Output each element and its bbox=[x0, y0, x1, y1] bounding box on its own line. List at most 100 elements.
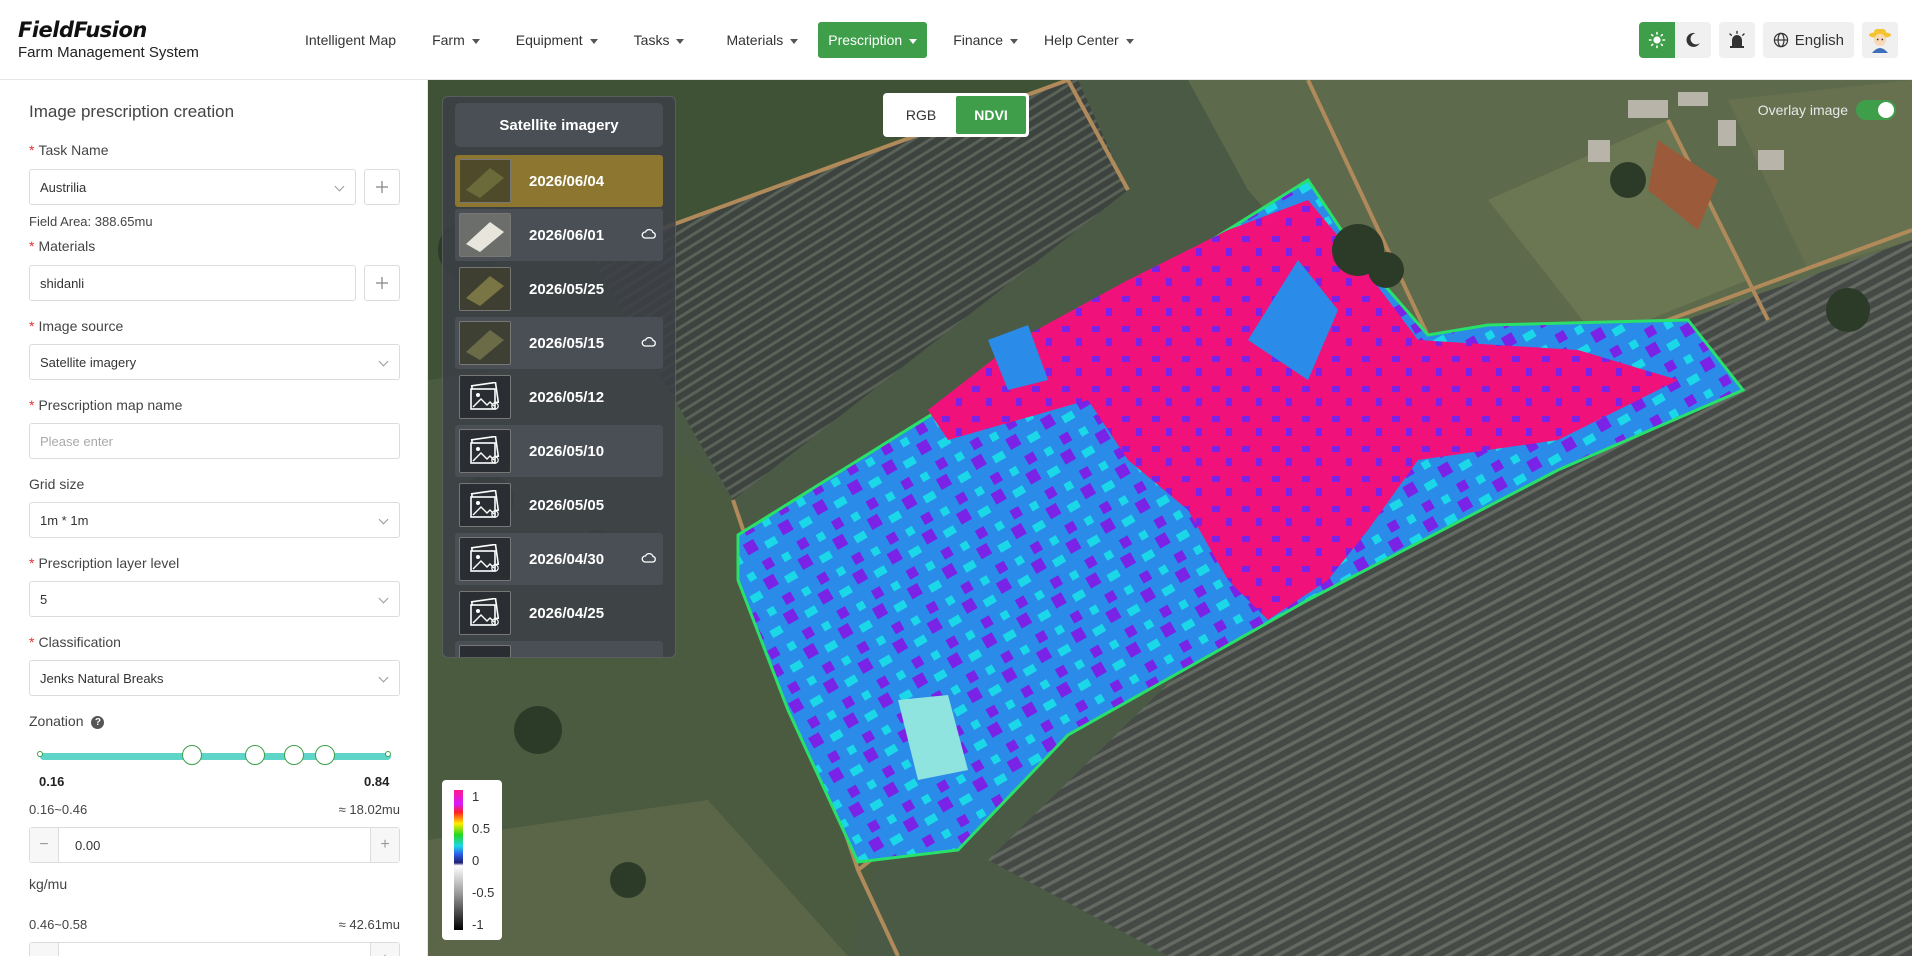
help-icon[interactable]: ? bbox=[91, 715, 105, 729]
language-label: English bbox=[1794, 31, 1844, 49]
slider-handle-4[interactable] bbox=[315, 745, 335, 765]
nav-label: Prescription bbox=[828, 32, 903, 48]
chevron-down-icon bbox=[378, 672, 389, 683]
nav-farm[interactable]: Farm bbox=[422, 22, 490, 58]
layer-level-label: * Prescription layer level bbox=[29, 555, 180, 571]
add-material-button[interactable] bbox=[364, 265, 400, 301]
grid-size-label: Grid size bbox=[29, 476, 85, 492]
task-name-label: * Task Name bbox=[29, 142, 109, 158]
zone-1-row: 0.16~0.46 ≈ 18.02mu bbox=[29, 802, 400, 817]
overlay-switch[interactable] bbox=[1856, 100, 1896, 120]
user-avatar[interactable] bbox=[1862, 22, 1898, 58]
brand-logo[interactable]: FieldFusion Farm Management System bbox=[18, 18, 199, 61]
task-name-value: Austrilia bbox=[40, 179, 87, 195]
alert-button[interactable] bbox=[1718, 22, 1755, 58]
imagery-list-header: Satellite imagery bbox=[455, 103, 663, 147]
nav-equipment[interactable]: Equipment bbox=[506, 22, 608, 58]
grid-size-select[interactable]: 1m * 1m bbox=[29, 502, 400, 538]
slider-start-cap bbox=[37, 751, 43, 757]
imagery-item[interactable]: 2026/04/25 bbox=[455, 587, 663, 639]
zone-1-range: 0.16~0.46 bbox=[29, 802, 88, 817]
classification-select[interactable]: Jenks Natural Breaks bbox=[29, 660, 400, 696]
cloud-icon bbox=[641, 336, 656, 347]
imagery-date: 2026/05/12 bbox=[529, 388, 605, 406]
image-source-value: Satellite imagery bbox=[40, 354, 137, 370]
thumbnail bbox=[459, 159, 511, 203]
light-theme-button[interactable] bbox=[1638, 22, 1675, 58]
field-area-text: Field Area: 388.65mu bbox=[29, 214, 153, 229]
imagery-item[interactable]: 2026/05/25 bbox=[455, 263, 663, 315]
increment-button[interactable]: + bbox=[370, 943, 399, 956]
nav-label: Materials bbox=[726, 32, 784, 48]
imagery-date: 2026/06/04 bbox=[529, 172, 605, 190]
decrement-button[interactable]: − bbox=[30, 943, 59, 956]
classification-value: Jenks Natural Breaks bbox=[40, 670, 164, 686]
plus-icon bbox=[376, 181, 388, 193]
map-canvas[interactable]: Satellite imagery 2026/06/04 2026/06/01 … bbox=[428, 80, 1912, 956]
imagery-mode-toggle: RGB NDVI bbox=[883, 93, 1029, 137]
overlay-label: Overlay image bbox=[1757, 102, 1848, 118]
nav-finance[interactable]: Finance bbox=[943, 22, 1028, 58]
decrement-button[interactable]: − bbox=[30, 828, 59, 862]
nav-tasks[interactable]: Tasks bbox=[624, 22, 695, 58]
legend-label: 0 bbox=[472, 853, 480, 868]
zone-1-rate-stepper[interactable]: − 0.00 + bbox=[29, 827, 400, 863]
image-source-label: * Image source bbox=[29, 318, 124, 334]
main-nav: Intelligent Map Farm Equipment Tasks Mat… bbox=[295, 22, 1144, 58]
imagery-item[interactable]: 2026/05/15 bbox=[455, 317, 663, 369]
image-placeholder-icon bbox=[459, 591, 511, 635]
materials-input[interactable]: shidanli bbox=[29, 265, 356, 301]
chevron-down-icon bbox=[334, 181, 345, 192]
imagery-item[interactable]: 2026/06/01 bbox=[455, 209, 663, 261]
dark-theme-button[interactable] bbox=[1675, 22, 1711, 58]
map-name-input[interactable]: Please enter bbox=[29, 423, 400, 459]
cloud-icon bbox=[641, 552, 656, 563]
slider-min-value: 0.16 bbox=[39, 774, 65, 789]
imagery-date: 2026/06/01 bbox=[529, 226, 605, 244]
materials-value: shidanli bbox=[40, 275, 85, 291]
brand-subtitle: Farm Management System bbox=[18, 44, 199, 61]
slider-max-value: 0.84 bbox=[364, 774, 390, 789]
globe-icon bbox=[1773, 32, 1788, 48]
ndvi-legend: 1 0.5 0 -0.5 -1 bbox=[442, 780, 502, 940]
imagery-item[interactable]: 2026/04/30 bbox=[455, 533, 663, 585]
increment-button[interactable]: + bbox=[370, 828, 399, 862]
task-name-select[interactable]: Austrilia bbox=[29, 169, 356, 205]
imagery-item[interactable]: 2026/05/10 bbox=[455, 425, 663, 477]
legend-label: 0.5 bbox=[472, 821, 491, 836]
thumbnail bbox=[459, 321, 511, 365]
nav-intelligent-map[interactable]: Intelligent Map bbox=[295, 22, 406, 58]
map-name-label: * Prescription map name bbox=[29, 397, 183, 413]
grid-size-value: 1m * 1m bbox=[40, 512, 89, 528]
nav-prescription[interactable]: Prescription bbox=[818, 22, 928, 58]
slider-handle-3[interactable] bbox=[284, 745, 304, 765]
zone-2-rate-stepper[interactable]: − + bbox=[29, 942, 400, 956]
zone-1-area: ≈ 18.02mu bbox=[338, 802, 400, 817]
slider-handle-1[interactable] bbox=[182, 745, 202, 765]
nav-label: Tasks bbox=[633, 32, 670, 48]
imagery-item[interactable]: 2026/06/04 bbox=[455, 155, 663, 207]
zonation-slider-track[interactable] bbox=[40, 753, 391, 760]
zone-2-area: ≈ 42.61mu bbox=[338, 917, 400, 932]
add-task-button[interactable] bbox=[364, 169, 400, 205]
map-name-placeholder: Please enter bbox=[40, 433, 113, 449]
zone-1-rate-value[interactable]: 0.00 bbox=[59, 838, 100, 853]
alarm-light-icon bbox=[1729, 30, 1745, 48]
sun-icon bbox=[1648, 31, 1666, 49]
ndvi-mode-button[interactable]: NDVI bbox=[956, 96, 1026, 134]
overlay-image-toggle[interactable]: Overlay image bbox=[1758, 100, 1896, 120]
language-selector[interactable]: English bbox=[1762, 22, 1854, 58]
imagery-item[interactable]: 2026/05/12 bbox=[455, 371, 663, 423]
nav-materials[interactable]: Materials bbox=[716, 22, 808, 58]
image-source-select[interactable]: Satellite imagery bbox=[29, 344, 400, 380]
imagery-item[interactable]: 2026/05/05 bbox=[455, 479, 663, 531]
nav-label: Intelligent Map bbox=[305, 32, 397, 48]
imagery-item-partial[interactable] bbox=[455, 641, 663, 657]
image-placeholder-icon bbox=[459, 537, 511, 581]
rgb-mode-button[interactable]: RGB bbox=[886, 96, 956, 134]
layer-level-select[interactable]: 5 bbox=[29, 581, 400, 617]
slider-handle-2[interactable] bbox=[245, 745, 265, 765]
imagery-date-list: Satellite imagery 2026/06/04 2026/06/01 … bbox=[442, 96, 676, 658]
caret-down-icon bbox=[589, 38, 598, 44]
nav-help-center[interactable]: Help Center bbox=[1034, 22, 1144, 58]
